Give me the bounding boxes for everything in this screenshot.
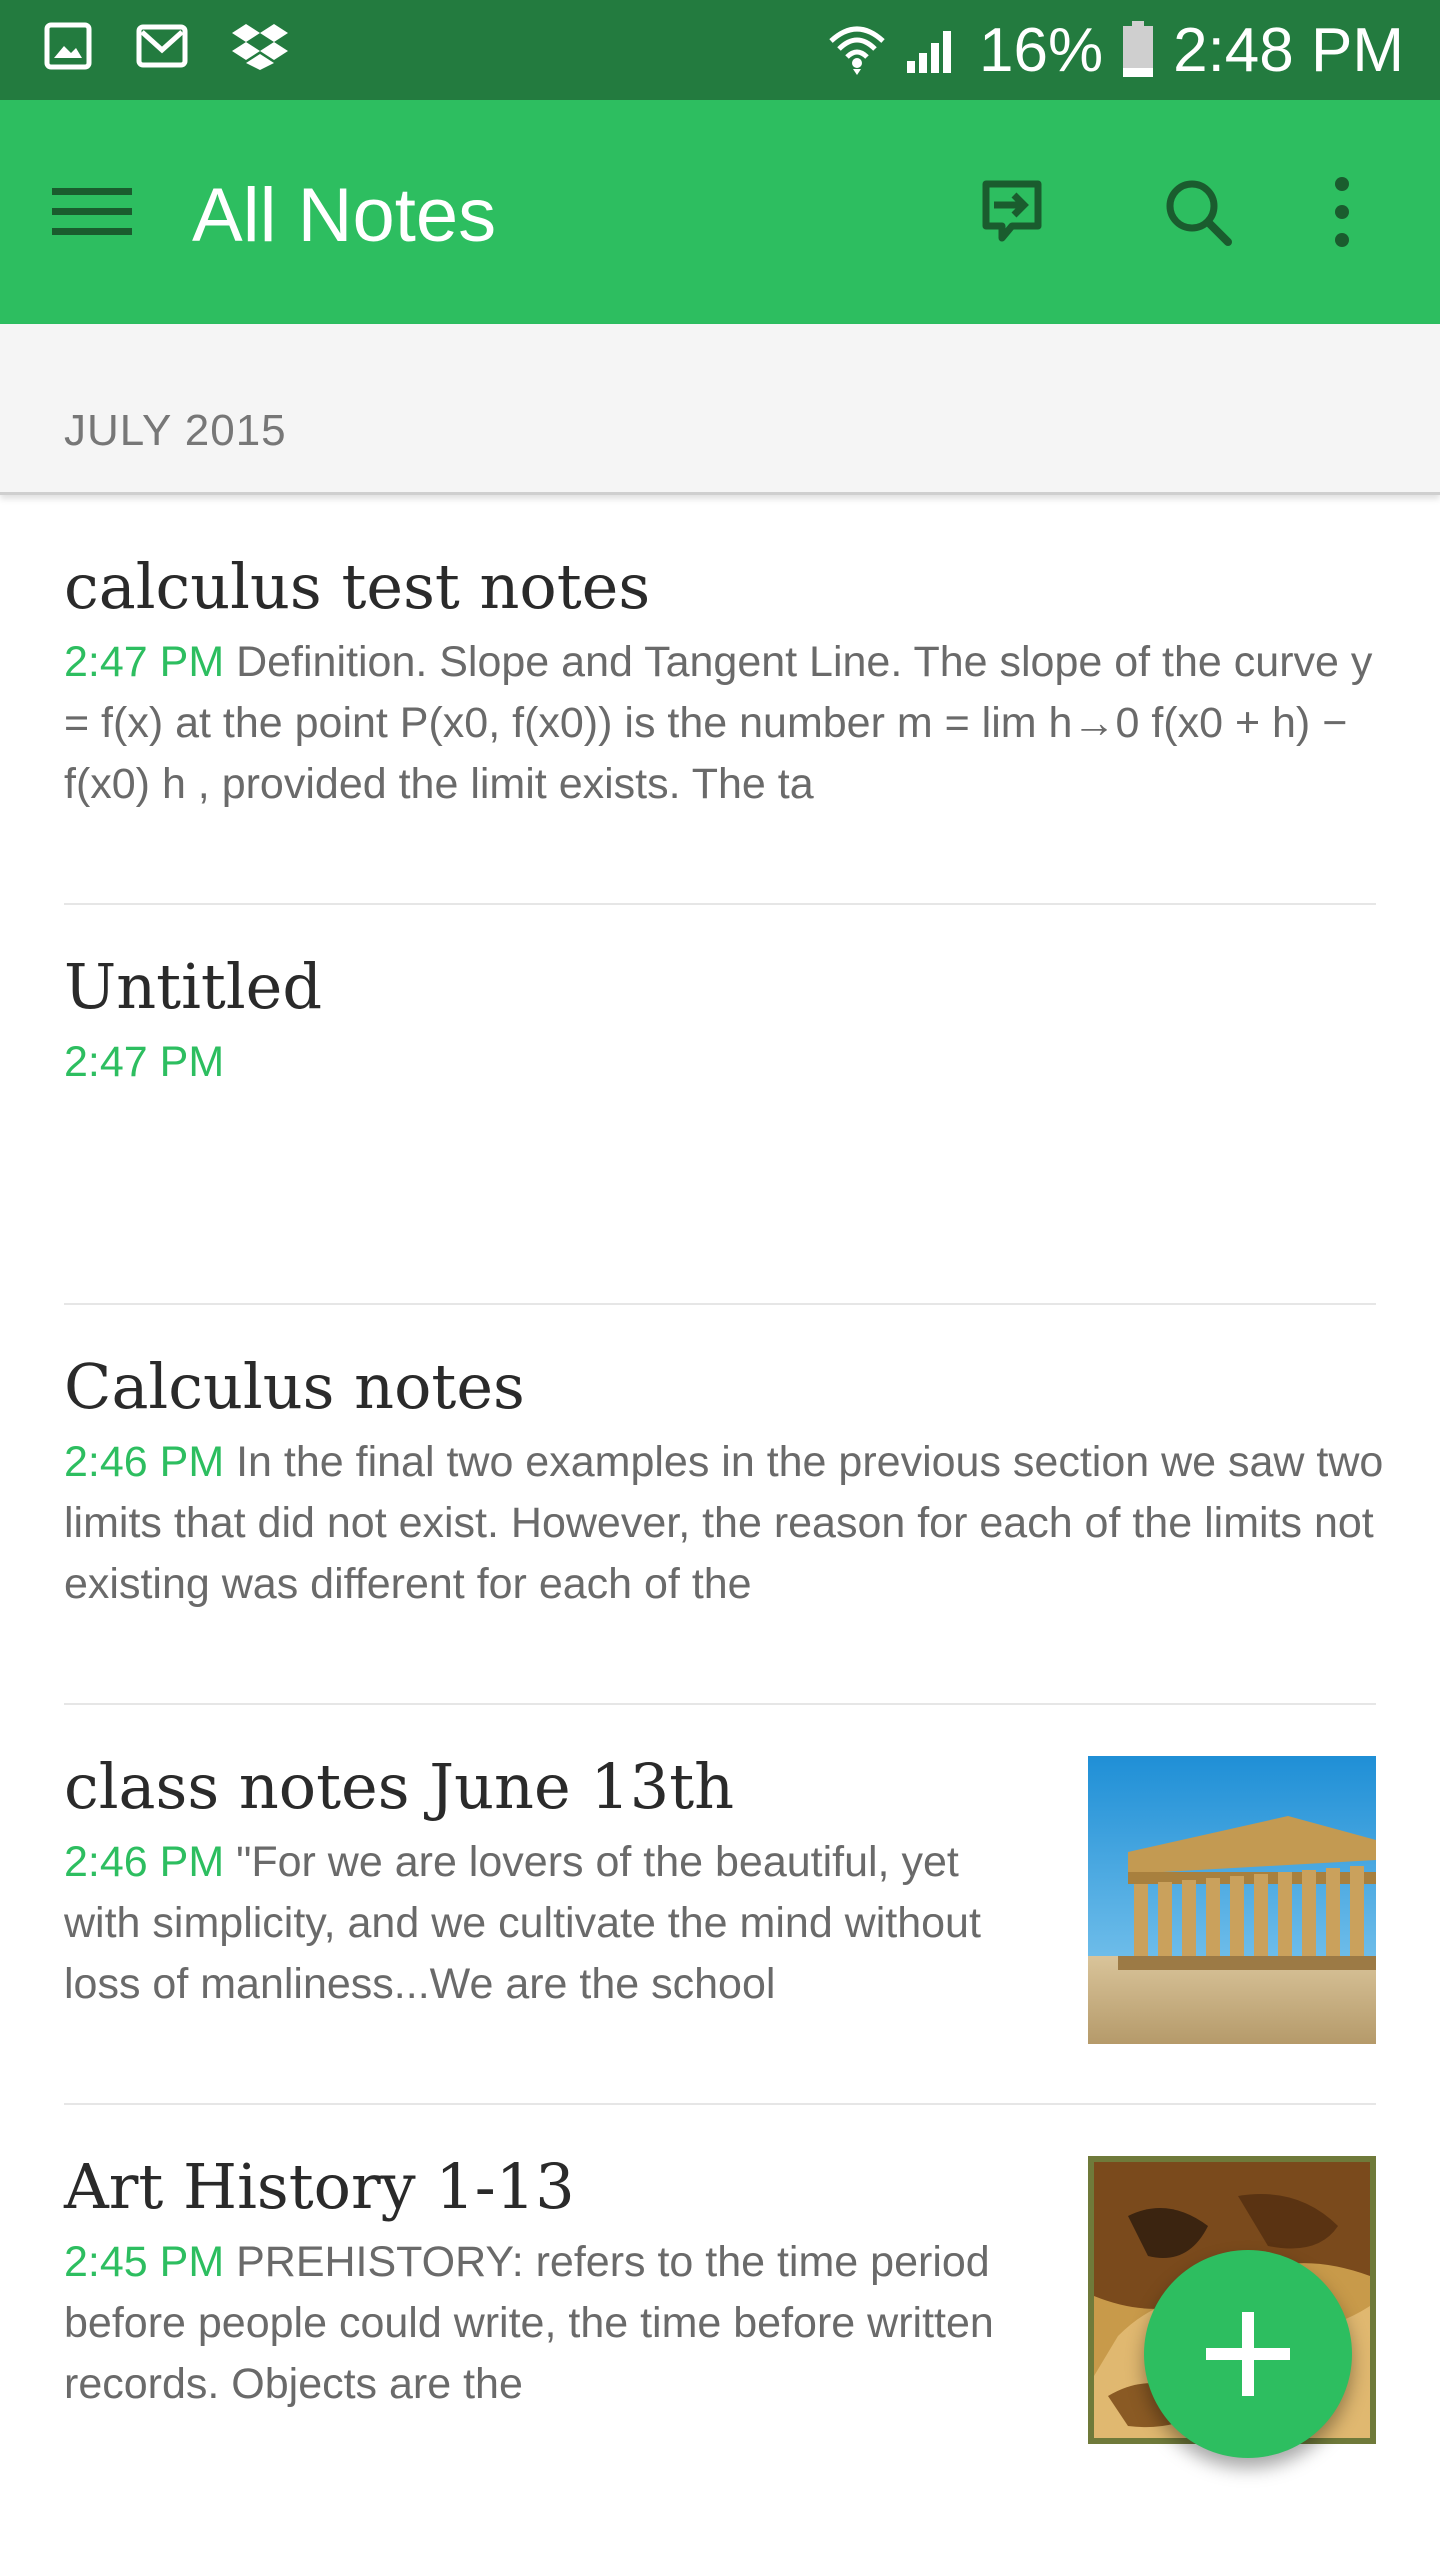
- sync-icon[interactable]: [972, 170, 1056, 254]
- hamburger-menu-icon[interactable]: [50, 180, 134, 244]
- page-title: All Notes: [192, 173, 497, 258]
- section-date-label: JULY 2015: [64, 406, 287, 455]
- note-snippet-text: Definition. Slope and Tangent Line. The …: [64, 638, 1373, 808]
- section-header: JULY 2015: [0, 324, 1440, 495]
- note-time: 2:46 PM: [64, 1838, 225, 1886]
- gallery-icon: [44, 22, 92, 70]
- note-snippet: 2:45 PM PREHISTORY: refers to the time p…: [64, 2232, 1034, 2415]
- app-bar: All Notes: [0, 100, 1440, 324]
- note-title: Art History 1-13: [64, 2150, 575, 2223]
- signal-icon: [905, 25, 961, 75]
- search-icon[interactable]: [1156, 170, 1240, 254]
- dropbox-icon: [232, 22, 288, 70]
- battery-percentage: 16%: [979, 15, 1104, 85]
- note-snippet: 2:47 PM: [64, 1032, 1384, 1093]
- note-item[interactable]: Calculus notes 2:46 PM In the final two …: [64, 1300, 1383, 1700]
- note-time: 2:47 PM: [64, 1038, 225, 1086]
- more-options-icon[interactable]: [1300, 170, 1384, 254]
- note-title: class notes June 13th: [64, 1750, 735, 1823]
- note-snippet: 2:46 PM In the final two examples in the…: [64, 1432, 1384, 1615]
- note-snippet: 2:46 PM "For we are lovers of the beauti…: [64, 1832, 1034, 2015]
- battery-icon: [1121, 21, 1155, 79]
- note-time: 2:46 PM: [64, 1438, 225, 1486]
- note-title: Calculus notes: [64, 1350, 525, 1423]
- new-note-button[interactable]: [1144, 2250, 1352, 2458]
- note-time: 2:47 PM: [64, 638, 225, 686]
- note-item[interactable]: class notes June 13th 2:46 PM "For we ar…: [64, 1700, 1376, 2100]
- parthenon-thumbnail[interactable]: [1088, 1756, 1376, 2044]
- note-item[interactable]: Untitled 2:47 PM: [64, 900, 1376, 1300]
- note-title: calculus test notes: [64, 550, 651, 623]
- note-time: 2:45 PM: [64, 2238, 225, 2286]
- note-title: Untitled: [64, 950, 323, 1023]
- clock: 2:48 PM: [1173, 15, 1404, 85]
- gmail-icon: [136, 24, 188, 68]
- note-snippet-text: In the final two examples in the previou…: [64, 1438, 1384, 1608]
- status-bar: 16% 2:48 PM: [0, 0, 1440, 100]
- note-item[interactable]: calculus test notes 2:47 PM Definition. …: [64, 500, 1376, 900]
- note-snippet: 2:47 PM Definition. Slope and Tangent Li…: [64, 632, 1384, 815]
- wifi-icon: [827, 23, 887, 77]
